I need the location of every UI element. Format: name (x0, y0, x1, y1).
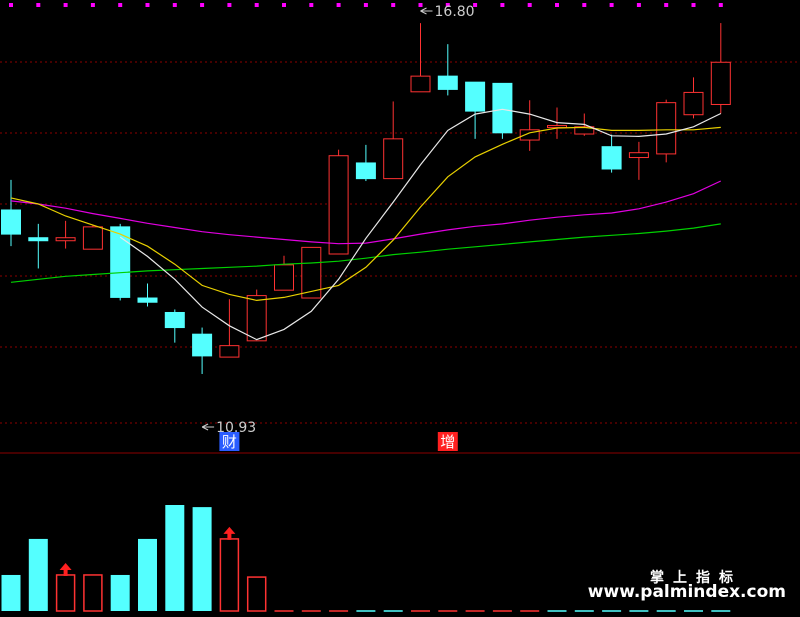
indicator-bar (110, 574, 130, 611)
candle-body (355, 162, 376, 180)
candle-body (465, 81, 486, 112)
candlesticks (1, 23, 731, 374)
candle (437, 44, 458, 96)
indicator-bar (192, 507, 212, 611)
high-price-label: 16.80 (435, 4, 475, 20)
top-marker (118, 3, 123, 7)
top-marker (718, 3, 723, 7)
event-label: 财 (222, 433, 237, 451)
top-marker (582, 3, 587, 7)
top-marker (636, 3, 641, 7)
candle (328, 149, 349, 255)
candle (465, 81, 486, 139)
candle-body (683, 91, 704, 116)
top-marker (691, 3, 696, 7)
top-marker (500, 3, 505, 7)
top-marker (172, 3, 177, 7)
indicator-bar (28, 538, 48, 611)
candle-body (219, 345, 240, 358)
top-marker (309, 3, 314, 7)
candle-body (137, 297, 158, 303)
indicator-bar (165, 505, 185, 611)
candle-body (410, 75, 431, 93)
top-marker (664, 3, 669, 7)
top-marker (609, 3, 614, 7)
ma-white-line (119, 108, 722, 341)
indicator-bar (138, 538, 157, 611)
top-marker (90, 3, 95, 7)
candle-body (1, 209, 21, 235)
indicator-bar (55, 574, 76, 612)
top-marker (254, 3, 259, 7)
candle (519, 100, 540, 151)
low-price-label-arrow (201, 423, 215, 431)
candle-body (601, 146, 622, 170)
top-marker (227, 3, 232, 7)
candle (82, 225, 103, 250)
top-markers (9, 3, 723, 7)
watermark-url: www.palmindex.com (587, 582, 786, 602)
candle (110, 223, 131, 301)
top-marker (363, 3, 368, 7)
top-marker (418, 3, 423, 7)
candle (656, 99, 677, 163)
candle-body (274, 264, 294, 291)
candle-body (164, 311, 185, 329)
moving-averages (10, 108, 722, 341)
candle (492, 82, 513, 139)
candle-body (55, 237, 76, 242)
candle (1, 179, 21, 247)
stock-chart: 16.8010.93 财增 (0, 3, 800, 612)
top-marker (9, 3, 13, 7)
candle (383, 101, 404, 180)
top-marker (391, 3, 396, 7)
candle (628, 141, 649, 180)
up-arrow-icon (223, 526, 236, 540)
candle-body (710, 61, 731, 105)
top-marker (336, 3, 341, 7)
candle (55, 220, 76, 249)
candle (28, 223, 49, 269)
candle (192, 327, 213, 374)
candle-body (437, 75, 458, 90)
indicator-bar (83, 574, 103, 612)
candle-body (628, 152, 649, 159)
candle-body (28, 237, 49, 242)
top-marker (145, 3, 150, 7)
indicator-bar (1, 574, 21, 611)
candle (274, 255, 294, 291)
candle (219, 299, 240, 358)
up-arrow-icon (59, 562, 72, 576)
candle (683, 77, 704, 119)
candle (410, 23, 431, 93)
candle-body (246, 295, 267, 342)
top-marker (555, 3, 559, 7)
top-marker (63, 3, 68, 7)
indicator-bar (246, 576, 267, 612)
candle-body (328, 155, 349, 255)
candle (710, 23, 731, 114)
indicator-bar (219, 538, 240, 612)
event-label: 增 (440, 433, 455, 451)
top-marker (36, 3, 41, 7)
top-marker (282, 3, 286, 7)
candle-body (192, 333, 213, 357)
candle-body (383, 138, 404, 180)
candle-body (492, 82, 513, 134)
high-price-label-arrow (420, 7, 433, 15)
candle (355, 144, 376, 182)
top-marker (200, 3, 205, 7)
candle (246, 289, 267, 342)
candle-body (656, 102, 677, 155)
candle (137, 283, 158, 307)
candle (164, 309, 185, 343)
candle-body (82, 226, 103, 250)
top-marker (527, 3, 532, 7)
candle (601, 134, 622, 173)
